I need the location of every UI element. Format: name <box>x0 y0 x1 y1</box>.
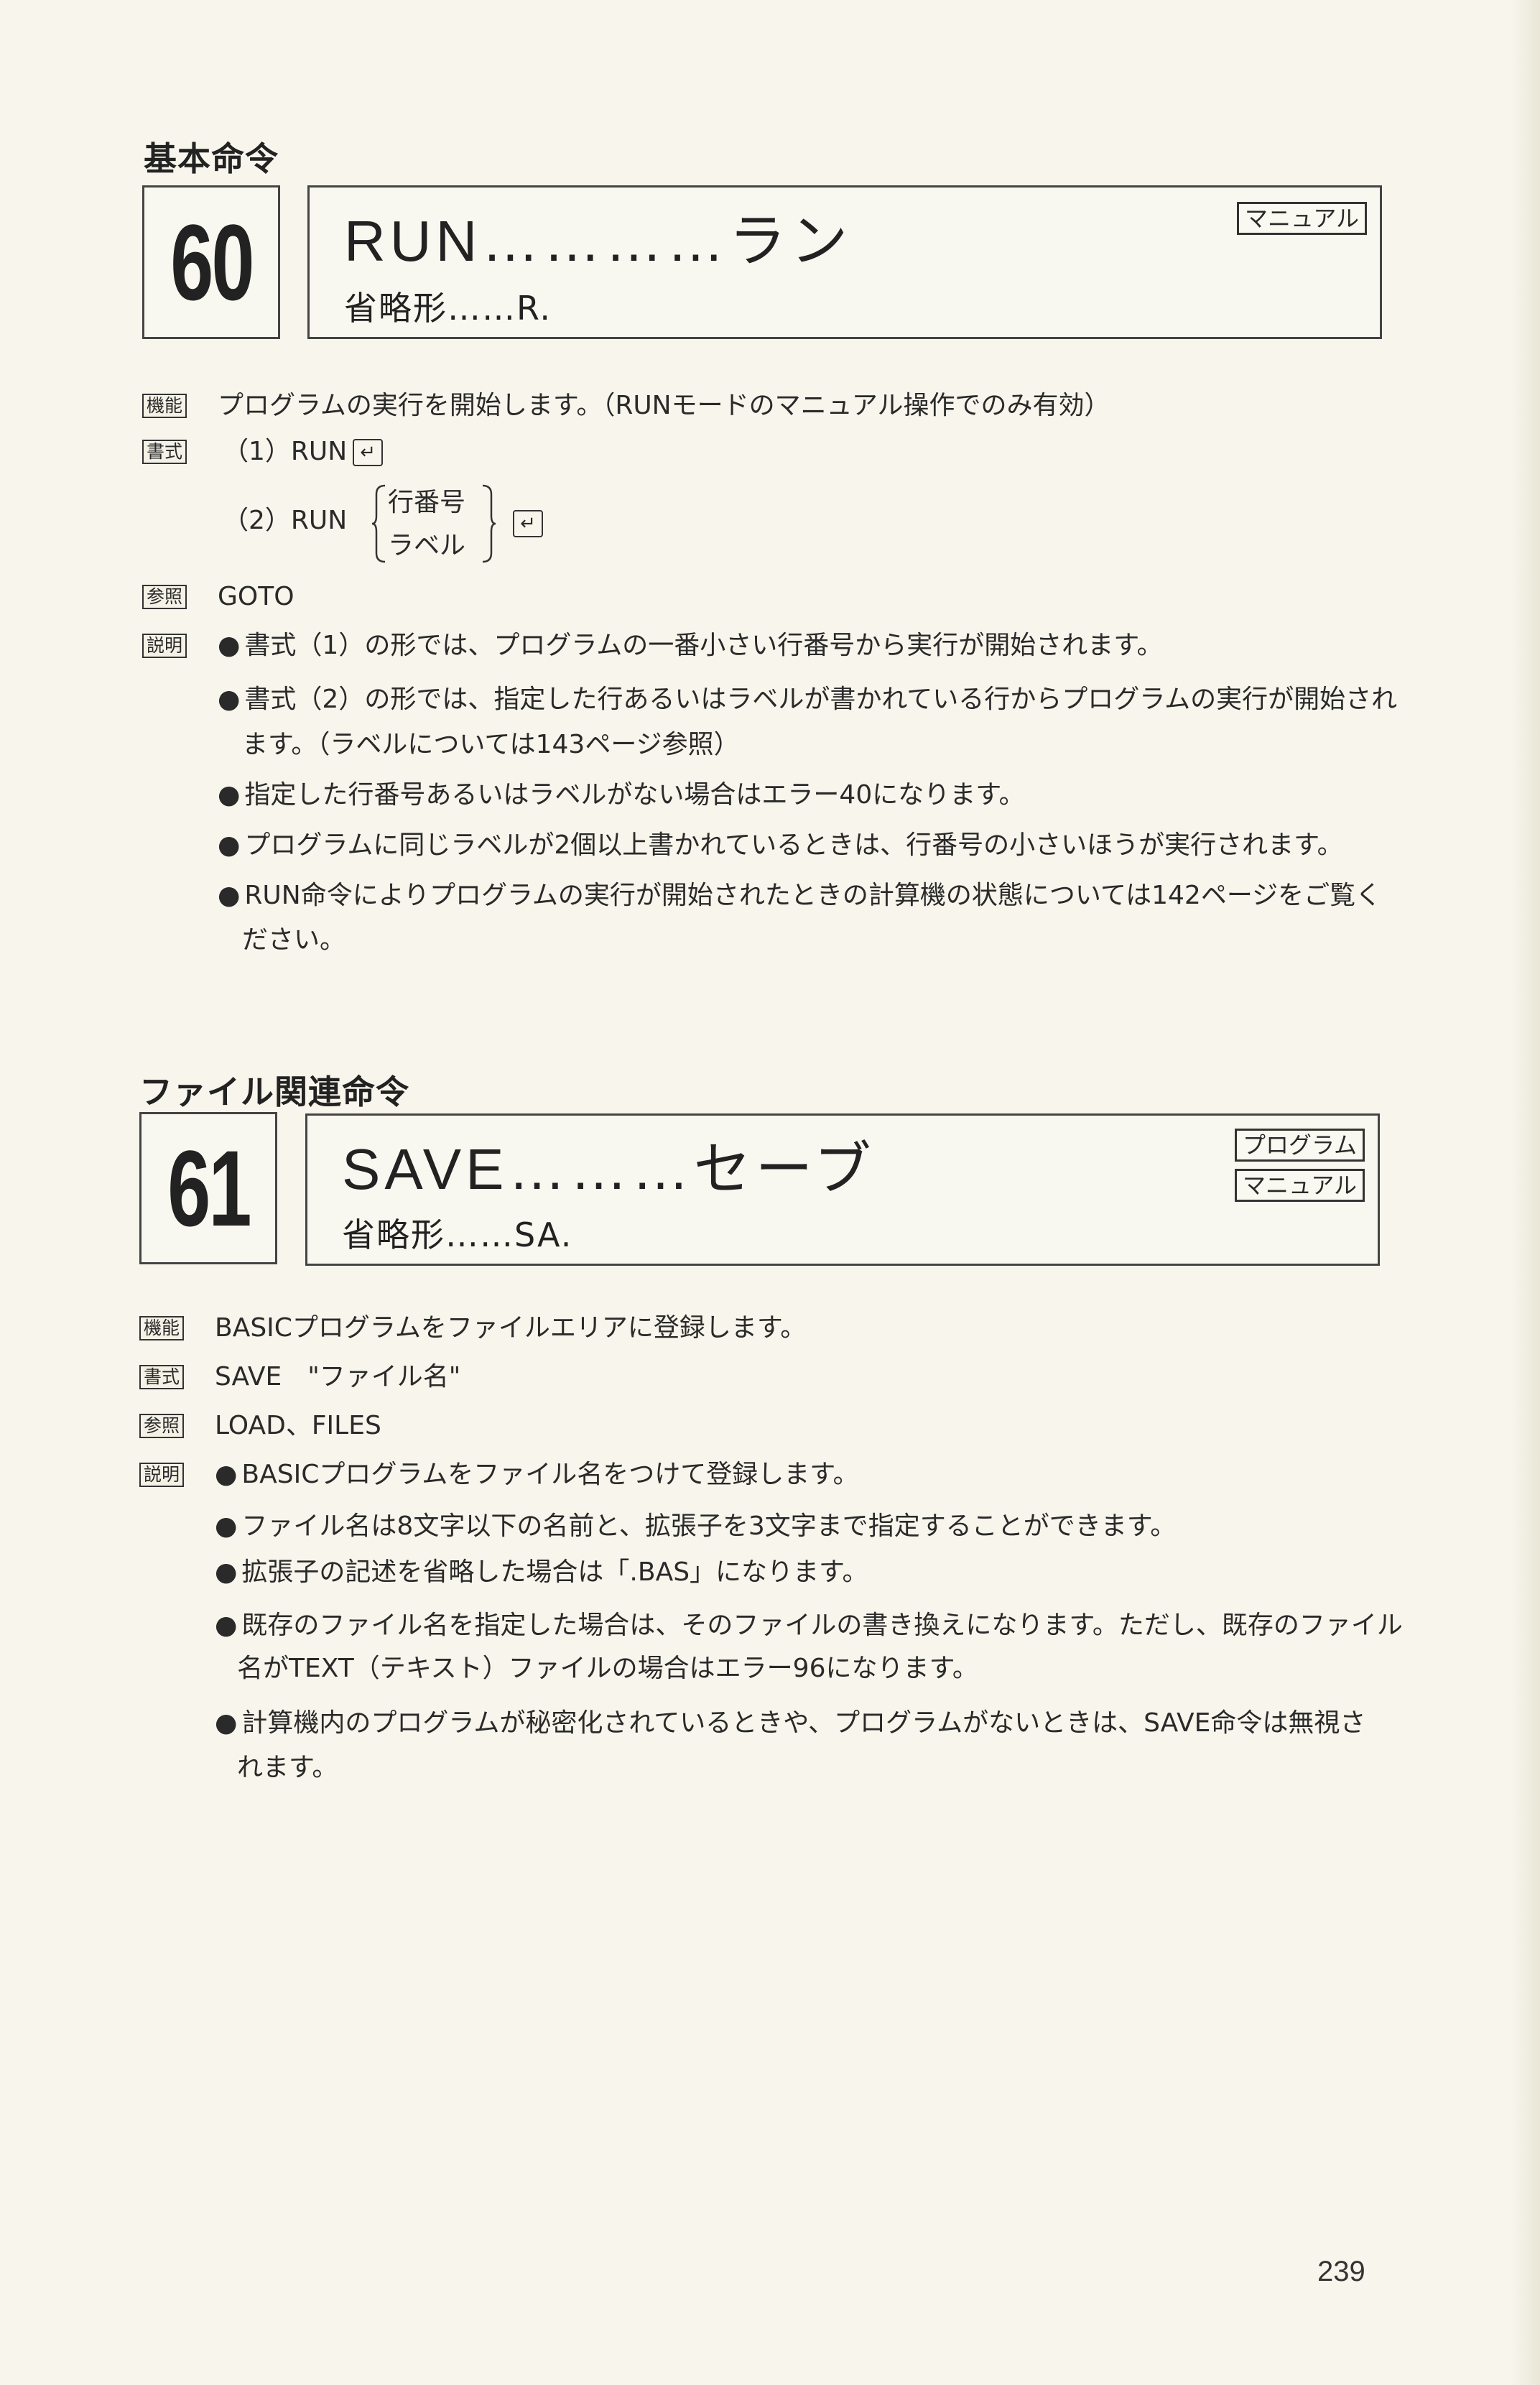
description-item: 計算機内のプログラムが秘密化されているときや、プログラムがないときは、SAVE命… <box>215 1705 1365 1741</box>
option-line-number: 行番号 <box>388 488 466 517</box>
function-label: 機能 <box>139 1316 185 1340</box>
description-row: 拡張子の記述を省略した場合は「.BAS」になります。 <box>139 1555 1375 1590</box>
enter-key-icon: ↵ <box>353 439 384 466</box>
description-row: 書式（2）の形では、指定した行あるいはラベルが書かれている行からプログラムの実行… <box>142 682 1397 718</box>
syntax-text: SAVE "ファイル名" <box>215 1362 461 1391</box>
enter-key-icon: ↵ <box>513 510 543 537</box>
function-text: BASICプログラムをファイルエリアに登録します。 <box>215 1313 807 1343</box>
function-row: 機能 BASICプログラムをファイルエリアに登録します。 <box>139 1310 1375 1346</box>
syntax-1: （1）RUN ↵ <box>223 434 384 470</box>
description-item: BASICプログラムをファイル名をつけて登録します。 <box>215 1457 858 1493</box>
description-row: 指定した行番号あるいはラベルがない場合はエラー40になります。 <box>142 777 1378 813</box>
command-number: 60 <box>170 201 254 323</box>
description-continuation: ます。（ラベルについては143ページ参照） <box>242 730 740 759</box>
description-label: 説明 <box>139 1463 185 1487</box>
function-label: 機能 <box>142 394 187 418</box>
description-row: 説明 BASICプログラムをファイル名をつけて登録します。 <box>139 1457 1375 1493</box>
syntax-label: 書式 <box>142 440 187 464</box>
command-number-box: 60 <box>142 185 280 339</box>
description-continuation: れます。 <box>237 1753 338 1782</box>
description-row: 計算機内のプログラムが秘密化されているときや、プログラムがないときは、SAVE命… <box>139 1705 1375 1741</box>
description-row: 説明 書式（1）の形では、プログラムの一番小さい行番号から実行が開始されます。 <box>142 628 1378 664</box>
description-item: ファイル名は8文字以下の名前と、拡張子を3文字まで指定することができます。 <box>215 1509 1176 1545</box>
mode-tag-manual: マニュアル <box>1236 202 1367 235</box>
reference-label: 参照 <box>139 1414 185 1438</box>
description-item: RUN命令によりプログラムの実行が開始されたときの計算機の状態については142ペ… <box>218 878 1381 914</box>
section-category-title: ファイル関連命令 <box>139 1073 409 1111</box>
reference-text: LOAD、FILES <box>215 1411 381 1440</box>
description-item: 書式（1）の形では、プログラムの一番小さい行番号から実行が開始されます。 <box>218 628 1162 664</box>
description-item: 既存のファイル名を指定した場合は、そのファイルの書き換えになります。ただし、既存… <box>215 1608 1402 1644</box>
description-row: RUN命令によりプログラムの実行が開始されたときの計算機の状態については142ペ… <box>142 878 1381 914</box>
syntax-row: 書式 （1）RUN ↵ <box>142 434 1378 470</box>
command-header-box: RUN…………ラン 省略形……R. マニュアル <box>307 185 1382 339</box>
description-row: ファイル名は8文字以下の名前と、拡張子を3文字まで指定することができます。 <box>139 1509 1375 1545</box>
command-name: SAVE………セーブ <box>342 1137 876 1201</box>
description-item: 書式（2）の形では、指定した行あるいはラベルが書かれている行からプログラムの実行… <box>218 682 1397 718</box>
command-number: 61 <box>167 1127 251 1249</box>
description-label: 説明 <box>142 634 187 658</box>
syntax-2-text: （2）RUN <box>223 506 348 535</box>
section-category-title: 基本命令 <box>144 139 279 178</box>
description-row: プログラムに同じラベルが2個以上書かれているときは、行番号の小さいほうが実行され… <box>142 828 1378 863</box>
mode-tag-program: プログラム <box>1234 1129 1365 1162</box>
option-label: ラベル <box>388 531 466 560</box>
reference-text: GOTO <box>218 582 294 611</box>
syntax-1-text: （1）RUN <box>223 437 348 466</box>
command-header-box: SAVE………セーブ 省略形……SA. プログラム マニュアル <box>305 1113 1380 1266</box>
right-brace-icon <box>482 484 496 563</box>
left-brace-icon <box>371 484 386 563</box>
description-item: 指定した行番号あるいはラベルがない場合はエラー40になります。 <box>218 777 1024 813</box>
mode-tag-manual: マニュアル <box>1234 1169 1365 1202</box>
description-continuation: 名がTEXT（テキスト）ファイルの場合はエラー96になります。 <box>237 1654 978 1683</box>
command-number-box: 61 <box>139 1112 277 1264</box>
command-abbreviation: 省略形……R. <box>344 289 552 328</box>
description-item: 拡張子の記述を省略した場合は「.BAS」になります。 <box>215 1555 868 1590</box>
description-continuation: ださい。 <box>242 925 346 955</box>
function-text: プログラムの実行を開始します。（RUNモードのマニュアル操作でのみ有効） <box>218 391 1110 420</box>
description-item: プログラムに同じラベルが2個以上書かれているときは、行番号の小さいほうが実行され… <box>218 828 1342 863</box>
reference-row: 参照 LOAD、FILES <box>139 1408 1375 1444</box>
manual-page: 基本命令 60 RUN…………ラン 省略形……R. マニュアル 機能 プログラム… <box>0 0 1540 2385</box>
description-row: 既存のファイル名を指定した場合は、そのファイルの書き換えになります。ただし、既存… <box>139 1608 1402 1644</box>
reference-row: 参照 GOTO <box>142 579 1378 615</box>
reference-label: 参照 <box>142 585 187 609</box>
command-abbreviation: 省略形……SA. <box>342 1215 573 1254</box>
function-row: 機能 プログラムの実行を開始します。（RUNモードのマニュアル操作でのみ有効） <box>142 388 1378 424</box>
command-name: RUN…………ラン <box>344 209 853 273</box>
page-number: 239 <box>1317 2256 1365 2287</box>
syntax-label: 書式 <box>139 1365 185 1389</box>
syntax-2-options: 行番号 ラベル ↵ <box>366 481 553 568</box>
syntax-row: 書式 SAVE "ファイル名" <box>139 1359 1375 1395</box>
page-edge-shadow <box>1511 0 1540 2385</box>
